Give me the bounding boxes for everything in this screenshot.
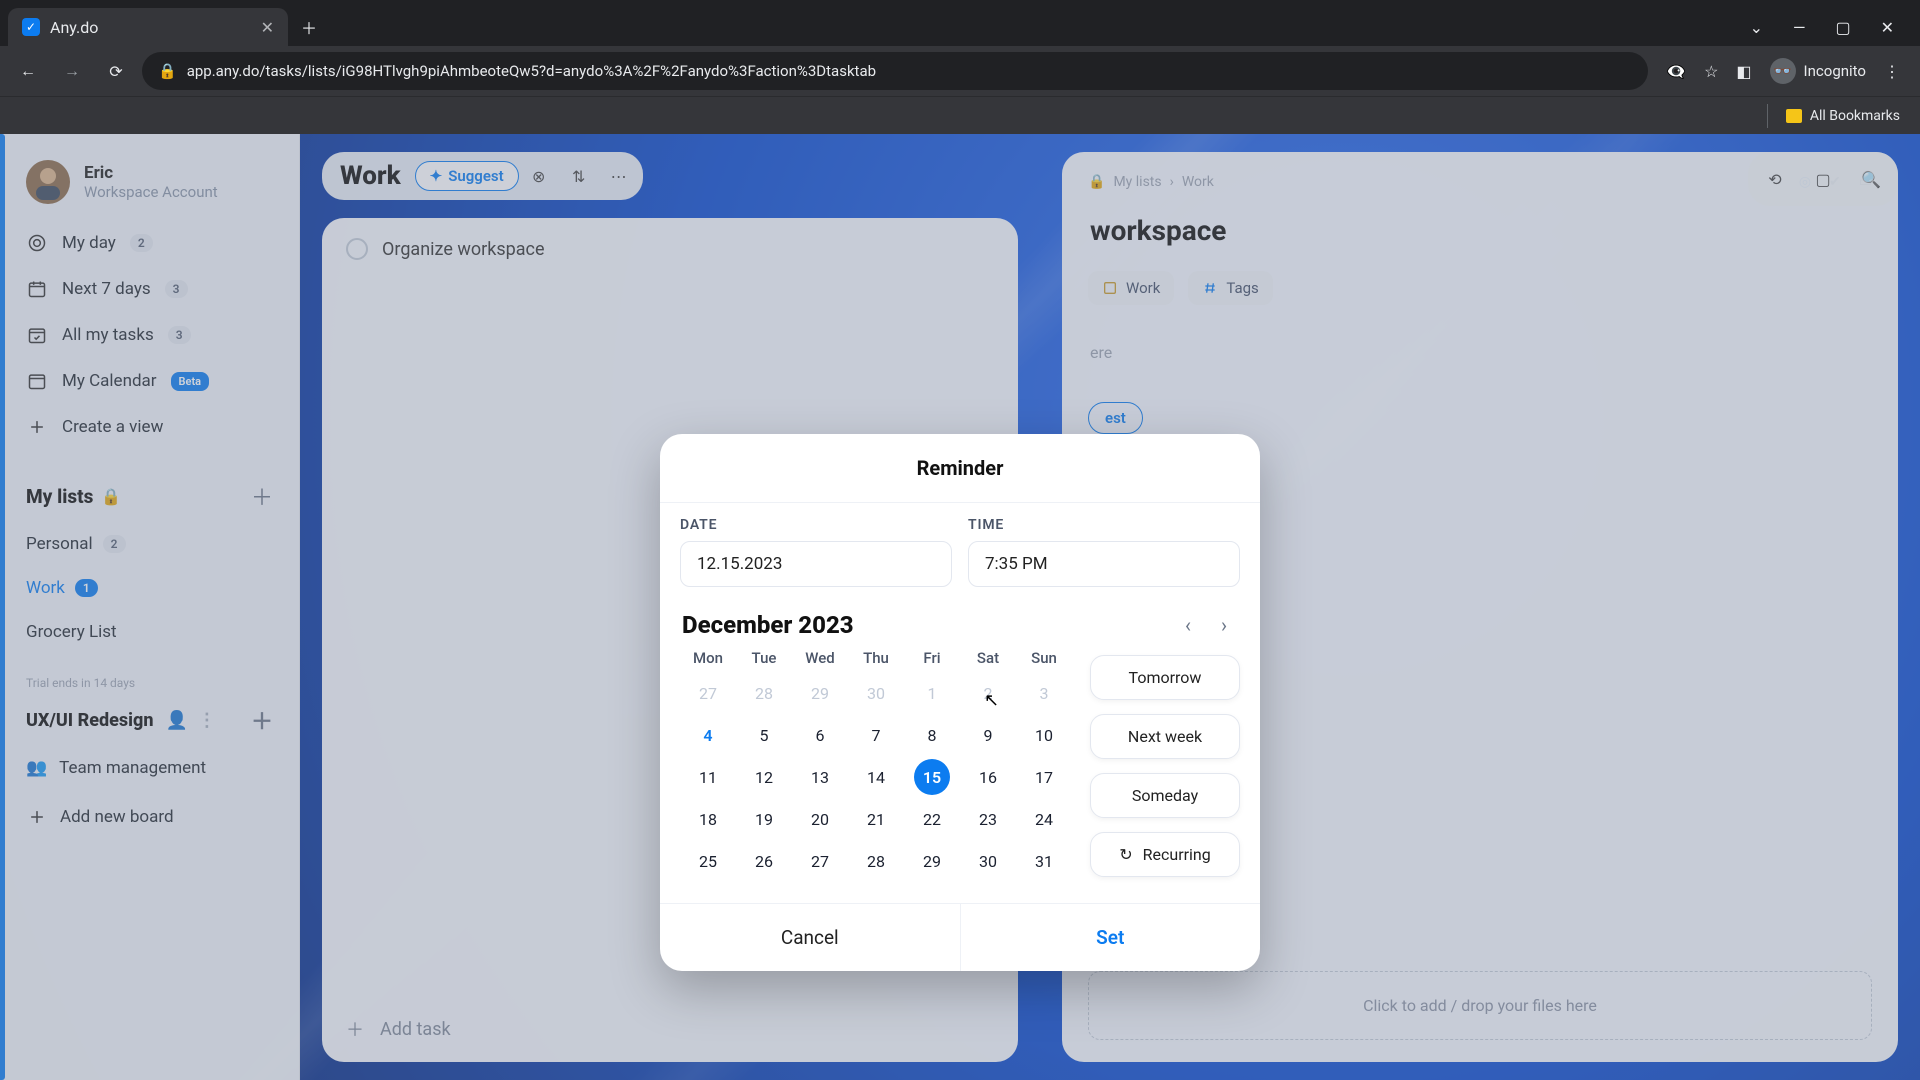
calendar-day[interactable]: 30 <box>960 843 1016 879</box>
recurring-label: Recurring <box>1143 845 1211 864</box>
window-controls: ⌄ ― ▢ ✕ <box>1750 18 1912 37</box>
calendar-grid: MonTueWedThuFriSatSun 272829301234567891… <box>680 649 1072 879</box>
reload-button[interactable]: ⟳ <box>98 53 134 89</box>
bookmark-bar: All Bookmarks <box>0 96 1920 134</box>
url-text: app.any.do/tasks/lists/iG98HTlvgh9piAhmb… <box>187 62 876 80</box>
calendar-day[interactable]: 29 <box>904 843 960 879</box>
address-bar[interactable]: 🔒 app.any.do/tasks/lists/iG98HTlvgh9piAh… <box>142 52 1648 90</box>
calendar-day[interactable]: 26 <box>736 843 792 879</box>
close-icon[interactable]: ✕ <box>261 18 274 37</box>
recurring-icon: ↻ <box>1119 845 1132 864</box>
forward-button[interactable]: → <box>54 53 90 89</box>
eye-off-icon[interactable]: 👁‍🗨 <box>1666 62 1686 81</box>
calendar-day[interactable]: 25 <box>680 843 736 879</box>
calendar-day[interactable]: 5 <box>736 717 792 753</box>
calendar-day[interactable]: 15 <box>914 759 950 795</box>
calendar-day[interactable]: 22 <box>904 801 960 837</box>
calendar-day[interactable]: 27 <box>792 843 848 879</box>
calendar-day[interactable]: 4 <box>680 717 736 753</box>
calendar-day[interactable]: 12 <box>736 759 792 795</box>
browser-tab[interactable]: ✓ Any.do ✕ <box>8 8 288 46</box>
calendar-day[interactable]: 23 <box>960 801 1016 837</box>
kebab-menu-icon[interactable]: ⋮ <box>1884 62 1900 81</box>
calendar-day[interactable]: 14 <box>848 759 904 795</box>
maximize-icon[interactable]: ▢ <box>1835 18 1850 37</box>
calendar-day[interactable]: 19 <box>736 801 792 837</box>
calendar-day[interactable]: 17 <box>1016 759 1072 795</box>
calendar-day[interactable]: 3 <box>1016 675 1072 711</box>
incognito-badge: 👓 Incognito <box>1770 58 1866 84</box>
quick-next-week-button[interactable]: Next week <box>1090 714 1240 759</box>
reminder-modal: Reminder DATE TIME December 2023 ‹ › <box>660 434 1260 971</box>
calendar-day[interactable]: 29 <box>792 675 848 711</box>
minimize-icon[interactable]: ― <box>1793 18 1806 37</box>
date-input[interactable] <box>680 541 952 587</box>
set-button[interactable]: Set <box>961 904 1261 971</box>
time-input[interactable] <box>968 541 1240 587</box>
calendar-dow: Mon <box>680 649 736 667</box>
calendar-day[interactable]: 30 <box>848 675 904 711</box>
calendar-dow: Wed <box>792 649 848 667</box>
quick-someday-button[interactable]: Someday <box>1090 773 1240 818</box>
calendar-day[interactable]: 13 <box>792 759 848 795</box>
next-month-button[interactable]: › <box>1210 613 1238 637</box>
quick-tomorrow-button[interactable]: Tomorrow <box>1090 655 1240 700</box>
calendar-dow: Thu <box>848 649 904 667</box>
calendar-dow: Fri <box>904 649 960 667</box>
calendar-dow: Tue <box>736 649 792 667</box>
browser-toolbar: ← → ⟳ 🔒 app.any.do/tasks/lists/iG98HTlvg… <box>0 46 1920 96</box>
incognito-icon: 👓 <box>1770 58 1796 84</box>
extensions-icon[interactable]: ◧ <box>1736 62 1751 81</box>
incognito-label: Incognito <box>1804 62 1866 80</box>
date-label: DATE <box>680 517 952 533</box>
folder-icon <box>1786 109 1802 123</box>
all-bookmarks-button[interactable]: All Bookmarks <box>1786 108 1900 124</box>
calendar-day[interactable]: 28 <box>848 843 904 879</box>
back-button[interactable]: ← <box>10 53 46 89</box>
divider <box>1767 104 1768 128</box>
calendar-day[interactable]: 16 <box>960 759 1016 795</box>
close-window-icon[interactable]: ✕ <box>1881 18 1894 37</box>
calendar-day[interactable]: 20 <box>792 801 848 837</box>
browser-tabbar: ✓ Any.do ✕ ＋ ⌄ ― ▢ ✕ <box>0 0 1920 46</box>
tab-title: Any.do <box>50 18 98 37</box>
calendar-day[interactable]: 18 <box>680 801 736 837</box>
calendar-day[interactable]: 27 <box>680 675 736 711</box>
new-tab-button[interactable]: ＋ <box>294 12 324 42</box>
calendar-day[interactable]: 21 <box>848 801 904 837</box>
calendar-day[interactable]: 28 <box>736 675 792 711</box>
tab-favicon: ✓ <box>22 18 40 36</box>
calendar-day[interactable]: 31 <box>1016 843 1072 879</box>
cancel-button[interactable]: Cancel <box>660 904 961 971</box>
bookmark-star-icon[interactable]: ☆ <box>1704 62 1718 81</box>
calendar-month-label: December 2023 <box>682 611 854 639</box>
quick-recurring-button[interactable]: ↻ Recurring <box>1090 832 1240 877</box>
calendar-day[interactable]: 11 <box>680 759 736 795</box>
calendar-day[interactable]: 2 <box>960 675 1016 711</box>
lock-icon: 🔒 <box>158 62 177 80</box>
prev-month-button[interactable]: ‹ <box>1174 613 1202 637</box>
calendar-day[interactable]: 7 <box>848 717 904 753</box>
calendar-day[interactable]: 10 <box>1016 717 1072 753</box>
bookmark-label: All Bookmarks <box>1810 108 1900 124</box>
calendar-day[interactable]: 8 <box>904 717 960 753</box>
calendar-day[interactable]: 24 <box>1016 801 1072 837</box>
modal-title: Reminder <box>660 434 1260 503</box>
calendar-day[interactable]: 1 <box>904 675 960 711</box>
chevron-down-icon[interactable]: ⌄ <box>1750 18 1763 37</box>
calendar-dow: Sat <box>960 649 1016 667</box>
calendar-day[interactable]: 9 <box>960 717 1016 753</box>
calendar-dow: Sun <box>1016 649 1072 667</box>
calendar-day[interactable]: 6 <box>792 717 848 753</box>
time-label: TIME <box>968 517 1240 533</box>
